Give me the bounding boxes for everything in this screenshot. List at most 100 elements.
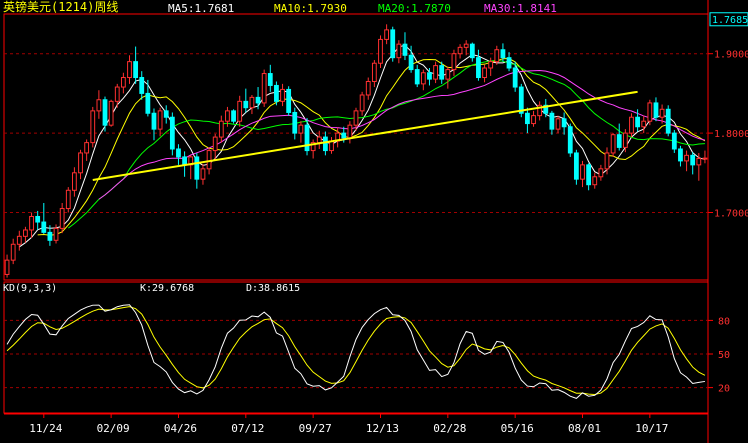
ma10-line — [37, 58, 706, 236]
candle — [629, 113, 634, 138]
candle-body — [629, 116, 634, 134]
candle-body — [531, 115, 536, 125]
candle — [690, 152, 696, 175]
candle — [286, 86, 292, 116]
candle — [127, 55, 132, 84]
candle — [371, 60, 377, 88]
candle — [653, 97, 659, 122]
date-tick-label: 10/17 — [635, 422, 668, 435]
candle — [678, 145, 683, 167]
d-line — [6, 306, 706, 396]
candle-body — [696, 158, 702, 166]
candle — [573, 149, 579, 185]
candle-body — [647, 102, 653, 122]
candle-body — [249, 96, 255, 109]
candle-body — [488, 61, 494, 69]
ma5-label: MA5:1.7681 — [168, 2, 234, 15]
candle — [396, 40, 402, 64]
candle-body — [133, 61, 139, 79]
candle — [16, 230, 22, 251]
candle — [359, 91, 365, 116]
candle — [59, 202, 65, 234]
candle — [120, 72, 126, 94]
candle — [402, 32, 408, 61]
d-value: D:38.8615 — [246, 283, 300, 294]
date-tick-label: 08/01 — [568, 422, 601, 435]
candle-body — [622, 132, 628, 148]
price-tick-label: 1.9000 — [714, 50, 748, 61]
chart-window: 1.9000 1.8000 1.7000 1.7685 80 50 20 11/24 02/… — [0, 0, 748, 443]
candle-body — [561, 118, 567, 128]
candle — [310, 139, 316, 159]
candle-body — [47, 231, 53, 241]
candle — [72, 167, 77, 197]
candle — [390, 26, 396, 62]
candle — [169, 112, 175, 156]
candle-body — [604, 152, 610, 170]
candle — [647, 99, 653, 126]
candle — [463, 40, 469, 56]
date-tick-label: 11/24 — [29, 422, 62, 435]
candle — [249, 94, 255, 115]
candle-body — [580, 164, 585, 180]
candle-body — [102, 99, 108, 126]
candle-body — [298, 124, 304, 134]
candle — [145, 79, 151, 117]
candle — [616, 123, 622, 151]
date-axis: 11/24 02/09 04/26 07/12 09/27 12/13 02/28 05/16… — [29, 414, 668, 435]
candle-body — [35, 215, 41, 223]
candle-body — [684, 154, 689, 162]
candle — [292, 107, 298, 140]
candle — [261, 69, 267, 107]
candle-body — [145, 92, 151, 114]
candle — [280, 83, 285, 107]
candle — [347, 121, 353, 144]
symbol-title: 英镑美元(1214)周线 — [3, 0, 118, 14]
candle-body — [120, 77, 126, 88]
candle-body — [286, 88, 292, 113]
price-panel-border — [3, 13, 709, 281]
candle — [78, 149, 83, 180]
candle-body — [243, 100, 249, 109]
candle — [188, 155, 194, 180]
candle-body — [304, 124, 310, 152]
kd-tick-label: 50 — [718, 350, 730, 361]
moving-average-lines — [19, 44, 706, 248]
candle-body — [127, 61, 132, 79]
candle — [384, 24, 390, 45]
ma20-line — [67, 59, 705, 229]
candle — [10, 238, 16, 265]
candle — [84, 139, 90, 161]
candle — [525, 107, 530, 134]
candle-body — [157, 110, 163, 130]
candle-body — [463, 43, 469, 48]
candle — [684, 150, 689, 172]
candle-body — [549, 112, 555, 130]
candle-body — [598, 168, 604, 178]
date-tick-label: 09/27 — [299, 422, 332, 435]
candle — [267, 64, 273, 92]
candle — [35, 210, 41, 230]
candle — [231, 109, 236, 124]
candle-body — [114, 86, 120, 102]
candle — [469, 42, 475, 62]
candle — [194, 152, 200, 189]
candle-body — [439, 65, 445, 80]
candle — [476, 49, 481, 81]
k-value: K:29.6768 — [140, 283, 194, 294]
candle — [641, 115, 647, 134]
candle-body — [402, 43, 408, 56]
candle-body — [396, 43, 402, 59]
candle — [506, 52, 512, 72]
candle-body — [573, 152, 579, 180]
candle-body — [4, 259, 10, 275]
candle — [41, 202, 47, 234]
candle-body — [90, 110, 96, 144]
candle — [580, 160, 585, 188]
candle-body — [231, 110, 236, 122]
candle-body — [390, 29, 396, 59]
candle-body — [176, 148, 181, 158]
candle-body — [200, 168, 206, 180]
candle-body — [255, 96, 261, 104]
candle-body — [218, 120, 224, 138]
